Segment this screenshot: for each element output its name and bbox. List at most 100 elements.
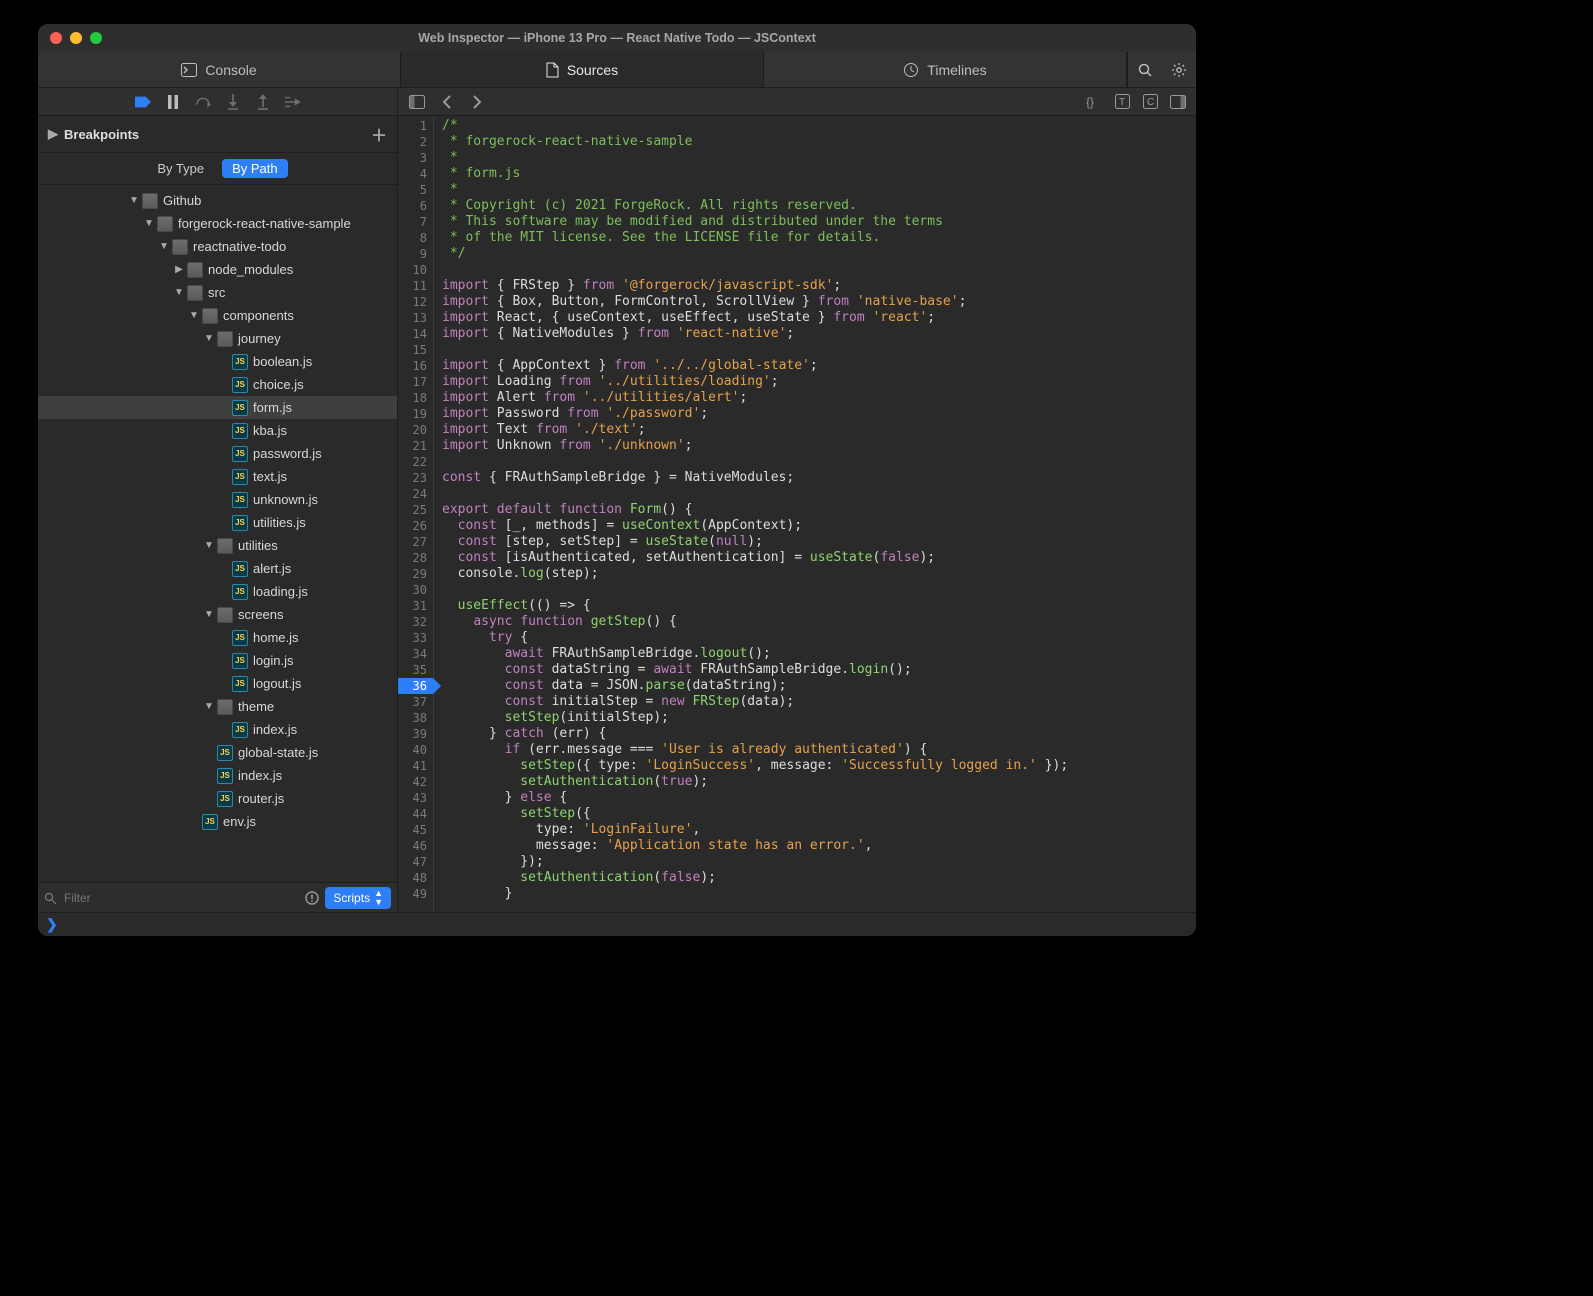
tree-row[interactable]: ▶JSenv.js <box>38 810 397 833</box>
right-panel-toggle[interactable] <box>1166 90 1190 114</box>
tree-row[interactable]: ▼theme <box>38 695 397 718</box>
line-number[interactable]: 4 <box>398 166 433 182</box>
line-number[interactable]: 32 <box>398 614 433 630</box>
line-number[interactable]: 13 <box>398 310 433 326</box>
line-number[interactable]: 17 <box>398 374 433 390</box>
line-number[interactable]: 11 <box>398 278 433 294</box>
tree-row[interactable]: ▶JSboolean.js <box>38 350 397 373</box>
line-number[interactable]: 15 <box>398 342 433 358</box>
line-number[interactable]: 25 <box>398 502 433 518</box>
line-number[interactable]: 33 <box>398 630 433 646</box>
code-editor[interactable]: 1234567891011121314151617181920212223242… <box>398 116 1196 912</box>
chevron-down-icon[interactable]: ▼ <box>203 609 215 620</box>
tree-row[interactable]: ▼journey <box>38 327 397 350</box>
line-number[interactable]: 1 <box>398 118 433 134</box>
line-number[interactable]: 35 <box>398 662 433 678</box>
tree-row[interactable]: ▶JStext.js <box>38 465 397 488</box>
tree-row[interactable]: ▶JSlogout.js <box>38 672 397 695</box>
line-number[interactable]: 2 <box>398 134 433 150</box>
tree-row[interactable]: ▶JSpassword.js <box>38 442 397 465</box>
issues-icon[interactable] <box>305 891 319 905</box>
line-number[interactable]: 31 <box>398 598 433 614</box>
tree-row[interactable]: ▶JSloading.js <box>38 580 397 603</box>
chevron-down-icon[interactable]: ▼ <box>173 287 185 298</box>
filter-input[interactable] <box>64 891 299 905</box>
pause-icon[interactable] <box>165 94 181 110</box>
tree-row[interactable]: ▶JSchoice.js <box>38 373 397 396</box>
line-number[interactable]: 49 <box>398 886 433 902</box>
zoom-window-button[interactable] <box>90 32 102 44</box>
line-number[interactable]: 45 <box>398 822 433 838</box>
coverage-icon[interactable]: C <box>1138 90 1162 114</box>
pretty-print-icon[interactable]: {} <box>1082 90 1106 114</box>
tree-row[interactable]: ▼screens <box>38 603 397 626</box>
line-number[interactable]: 21 <box>398 438 433 454</box>
code-area[interactable]: /* * forgerock-react-native-sample * * f… <box>434 116 1196 912</box>
line-number[interactable]: 18 <box>398 390 433 406</box>
console-strip[interactable]: ❯ <box>38 912 1196 936</box>
tree-row[interactable]: ▶JSform.js <box>38 396 397 419</box>
line-number[interactable]: 7 <box>398 214 433 230</box>
line-number[interactable]: 5 <box>398 182 433 198</box>
tree-row[interactable]: ▼components <box>38 304 397 327</box>
breakpoint-toggle-icon[interactable] <box>135 94 151 110</box>
line-number[interactable]: 3 <box>398 150 433 166</box>
line-number[interactable]: 27 <box>398 534 433 550</box>
line-number[interactable]: 39 <box>398 726 433 742</box>
line-number[interactable]: 44 <box>398 806 433 822</box>
line-number[interactable]: 6 <box>398 198 433 214</box>
line-number[interactable]: 38 <box>398 710 433 726</box>
line-number[interactable]: 37 <box>398 694 433 710</box>
line-number[interactable]: 26 <box>398 518 433 534</box>
file-tree[interactable]: ▼Github▼forgerock-react-native-sample▼re… <box>38 185 397 882</box>
line-number[interactable]: 40 <box>398 742 433 758</box>
line-number[interactable]: 8 <box>398 230 433 246</box>
chevron-down-icon[interactable]: ▼ <box>188 310 200 321</box>
line-number[interactable]: 41 <box>398 758 433 774</box>
line-number[interactable]: 28 <box>398 550 433 566</box>
close-window-button[interactable] <box>50 32 62 44</box>
tab-console[interactable]: Console <box>38 52 401 87</box>
step-out-icon[interactable] <box>255 94 271 110</box>
chevron-down-icon[interactable]: ▼ <box>128 195 140 206</box>
line-number[interactable]: 20 <box>398 422 433 438</box>
tab-sources[interactable]: Sources <box>401 52 764 87</box>
scripts-filter[interactable]: Scripts ▲▼ <box>325 887 391 909</box>
tree-row[interactable]: ▶JSlogin.js <box>38 649 397 672</box>
filter-by-path[interactable]: By Path <box>222 159 288 178</box>
line-number[interactable]: 16 <box>398 358 433 374</box>
breakpoints-section[interactable]: ▶ Breakpoints ＋ <box>38 116 397 153</box>
line-number[interactable]: 29 <box>398 566 433 582</box>
line-number[interactable]: 48 <box>398 870 433 886</box>
tree-row[interactable]: ▼src <box>38 281 397 304</box>
line-number[interactable]: 10 <box>398 262 433 278</box>
tree-row[interactable]: ▼reactnative-todo <box>38 235 397 258</box>
line-number[interactable]: 43 <box>398 790 433 806</box>
search-button[interactable] <box>1128 52 1162 88</box>
line-gutter[interactable]: 1234567891011121314151617181920212223242… <box>398 116 434 912</box>
tree-row[interactable]: ▶node_modules <box>38 258 397 281</box>
settings-button[interactable] <box>1162 52 1196 88</box>
chevron-down-icon[interactable]: ▼ <box>143 218 155 229</box>
chevron-down-icon[interactable]: ▼ <box>203 540 215 551</box>
tab-timelines[interactable]: Timelines <box>764 52 1127 87</box>
chevron-down-icon[interactable]: ▼ <box>158 241 170 252</box>
tree-row[interactable]: ▼utilities <box>38 534 397 557</box>
tree-row[interactable]: ▼Github <box>38 189 397 212</box>
line-number[interactable]: 24 <box>398 486 433 502</box>
tree-row[interactable]: ▼forgerock-react-native-sample <box>38 212 397 235</box>
tree-row[interactable]: ▶JSalert.js <box>38 557 397 580</box>
chevron-down-icon[interactable]: ▼ <box>203 701 215 712</box>
chevron-right-icon[interactable]: ▶ <box>173 264 185 275</box>
tree-row[interactable]: ▶JSunknown.js <box>38 488 397 511</box>
chevron-down-icon[interactable]: ▼ <box>203 333 215 344</box>
nav-forward[interactable] <box>464 89 490 115</box>
line-number[interactable]: 9 <box>398 246 433 262</box>
line-number[interactable]: 12 <box>398 294 433 310</box>
line-number[interactable]: 22 <box>398 454 433 470</box>
line-number[interactable]: 36 <box>398 678 433 694</box>
step-icon[interactable] <box>285 94 301 110</box>
line-number[interactable]: 47 <box>398 854 433 870</box>
tree-row[interactable]: ▶JSglobal-state.js <box>38 741 397 764</box>
tree-row[interactable]: ▶JSrouter.js <box>38 787 397 810</box>
